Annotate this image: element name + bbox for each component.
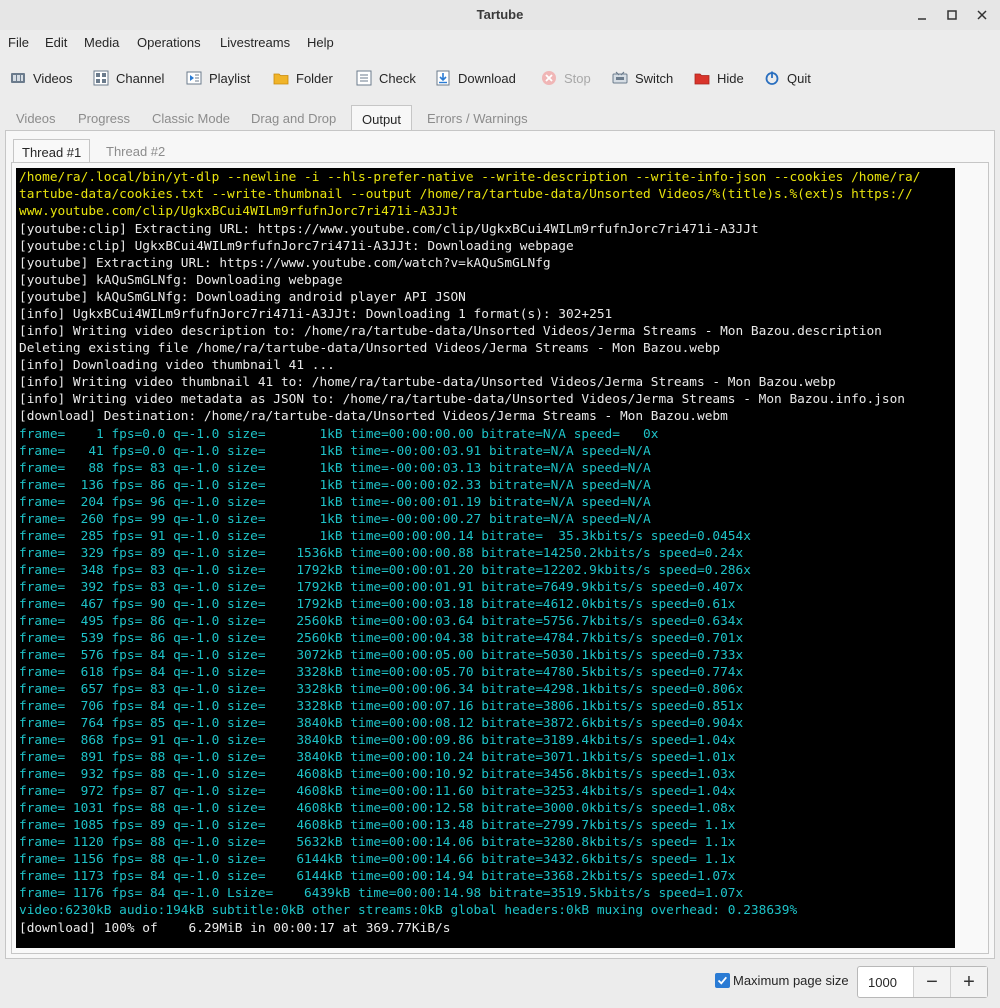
download-icon xyxy=(436,70,450,86)
quit-button[interactable]: Quit xyxy=(764,68,811,88)
max-page-size-checkbox[interactable] xyxy=(715,973,730,988)
menu-file[interactable]: File xyxy=(8,35,29,50)
bottom-bar: Maximum page size 1000 − + xyxy=(0,962,1000,1002)
download-complete-line: [download] 100% of 6.29MiB in 00:00:17 a… xyxy=(19,921,451,936)
hide-button[interactable]: Hide xyxy=(694,68,744,88)
menu-operations[interactable]: Operations xyxy=(137,35,201,50)
stop-label: Stop xyxy=(564,70,591,86)
playlist-icon xyxy=(186,71,202,85)
tab-thread-2[interactable]: Thread #2 xyxy=(106,139,165,163)
download-button[interactable]: Download xyxy=(435,68,516,88)
download-label: Download xyxy=(458,70,516,86)
tab-thread-1[interactable]: Thread #1 xyxy=(13,139,91,163)
quit-label: Quit xyxy=(787,70,811,86)
tab-classic-mode[interactable]: Classic Mode xyxy=(152,105,230,131)
window-title: Tartube xyxy=(476,7,524,22)
channel-button[interactable]: Channel xyxy=(93,68,164,88)
folder-label: Folder xyxy=(296,70,333,86)
tab-videos[interactable]: Videos xyxy=(16,105,56,131)
page-size-input[interactable]: 1000 xyxy=(858,967,914,997)
check-button[interactable]: Check xyxy=(356,68,416,88)
switch-label: Switch xyxy=(635,70,674,86)
ffmpeg-progress-log: frame= 1 fps=0.0 q=-1.0 size= 1kB time=0… xyxy=(19,427,798,918)
check-list-icon xyxy=(356,70,372,86)
menu-livestreams[interactable]: Livestreams xyxy=(220,35,290,50)
stop-icon xyxy=(542,71,556,85)
videos-label: Videos xyxy=(33,70,73,86)
toolbar: Videos Channel Playlist Folder Check Dow… xyxy=(0,58,1000,98)
playlist-button[interactable]: Playlist xyxy=(186,68,250,88)
checkmark-icon xyxy=(717,976,727,985)
menu-bar: File Edit Media Operations Livestreams H… xyxy=(0,30,1000,56)
increment-button[interactable]: + xyxy=(950,967,987,997)
terminal-output[interactable]: /home/ra/.local/bin/yt-dlp --newline -i … xyxy=(16,168,955,948)
menu-help[interactable]: Help xyxy=(307,35,334,50)
channel-label: Channel xyxy=(116,70,165,86)
check-label: Check xyxy=(379,70,416,86)
minimize-icon[interactable] xyxy=(912,5,932,25)
command-line: /home/ra/.local/bin/yt-dlp --newline -i … xyxy=(19,170,921,219)
tab-errors-warnings[interactable]: Errors / Warnings xyxy=(427,105,528,131)
tab-drag-and-drop[interactable]: Drag and Drop xyxy=(251,105,336,131)
hide-label: Hide xyxy=(717,70,744,86)
folder-icon xyxy=(273,73,289,85)
tab-output[interactable]: Output xyxy=(351,105,413,131)
playlist-label: Playlist xyxy=(209,70,251,86)
decrement-button[interactable]: − xyxy=(914,967,950,997)
film-icon xyxy=(11,73,25,83)
channel-grid-icon xyxy=(93,70,109,86)
main-tabs: Videos Progress Classic Mode Drag and Dr… xyxy=(0,105,1000,131)
page-size-spinner: 1000 − + xyxy=(857,966,988,998)
hide-folder-icon xyxy=(694,73,710,85)
power-icon xyxy=(765,71,779,85)
max-page-size-label: Maximum page size xyxy=(733,973,849,988)
videos-button[interactable]: Videos xyxy=(10,68,73,88)
close-icon[interactable] xyxy=(972,5,992,25)
title-bar: Tartube xyxy=(0,0,1000,30)
switch-button[interactable]: Switch xyxy=(612,68,673,88)
stop-button[interactable]: Stop xyxy=(541,68,591,88)
info-log: [youtube:clip] Extracting URL: https://w… xyxy=(19,222,906,424)
maximize-icon[interactable] xyxy=(942,5,962,25)
menu-media[interactable]: Media xyxy=(84,35,119,50)
menu-edit[interactable]: Edit xyxy=(45,35,67,50)
tab-progress[interactable]: Progress xyxy=(78,105,130,131)
folder-button[interactable]: Folder xyxy=(273,68,333,88)
switch-icon xyxy=(612,71,628,84)
